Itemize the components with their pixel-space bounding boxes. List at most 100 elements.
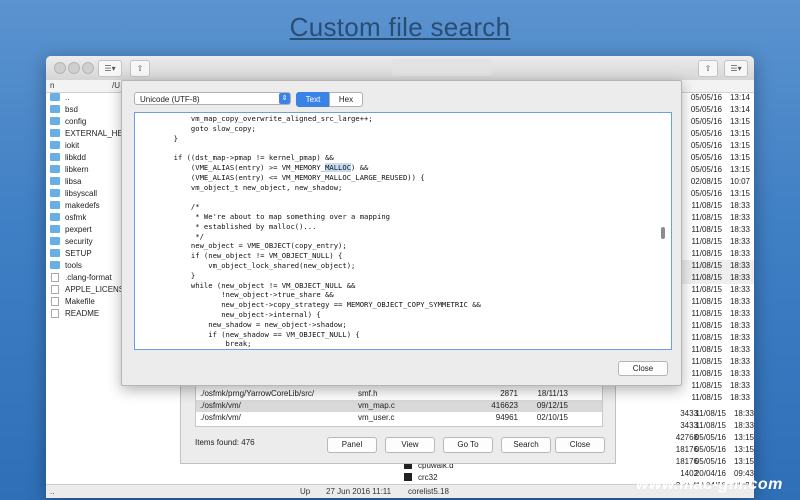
size-list-item[interactable]: 3433 11/08/15 18:33 [626, 408, 754, 420]
column-path-header[interactable]: /U [112, 81, 120, 90]
left-list-item[interactable]: README [46, 308, 126, 320]
search-result-row[interactable]: ./osfmk/vm/vm_map.c 416623 09/12/15 [196, 400, 602, 412]
item-name: security [65, 237, 93, 246]
folder-icon [50, 189, 60, 197]
item-name: config [65, 117, 87, 126]
column-name-header[interactable]: n [50, 81, 54, 90]
size-list-item[interactable]: 42768 05/05/16 13:15 [626, 432, 754, 444]
search-button[interactable]: Search [501, 437, 551, 453]
left-list-item[interactable]: pexpert [46, 224, 126, 236]
right-list-item[interactable]: 11/08/15 18:33 [680, 320, 754, 332]
left-list-item[interactable]: Makefile [46, 296, 126, 308]
item-date: 11/08/15 [695, 421, 726, 430]
share-icon-right[interactable]: ⇧ [698, 60, 718, 77]
right-list-item[interactable]: 11/08/15 18:33 [680, 344, 754, 356]
file-icon [51, 273, 59, 282]
toolbar-path-field [392, 59, 492, 76]
right-list-item[interactable]: 11/08/15 18:33 [680, 260, 754, 272]
right-list-item[interactable]: 11/08/15 18:33 [680, 332, 754, 344]
right-list-item[interactable]: 05/05/16 13:15 [680, 116, 754, 128]
right-list-item[interactable]: 11/08/15 18:33 [680, 224, 754, 236]
right-file-list: 05/05/16 13:14 05/05/16 13:14 05/05/16 13:15 0… [680, 92, 754, 412]
left-list-item[interactable]: bsd [46, 104, 126, 116]
left-list-item[interactable]: APPLE_LICENS [46, 284, 126, 296]
search-result-row[interactable]: ./osfmk/prng/YarrowCoreLib/src/smf.h 2871… [196, 388, 602, 400]
right-list-item[interactable]: 11/08/15 18:33 [680, 356, 754, 368]
item-date: 11/08/15 [691, 333, 722, 342]
left-list-item[interactable]: tools [46, 260, 126, 272]
item-time: 18:33 [733, 421, 754, 430]
left-list-item[interactable]: libkern [46, 164, 126, 176]
folder-icon [50, 129, 60, 137]
right-list-item[interactable]: 05/05/16 13:15 [680, 140, 754, 152]
right-list-item[interactable]: 05/05/16 13:15 [680, 152, 754, 164]
size-list-item[interactable]: 18176 05/05/16 13:15 [626, 444, 754, 456]
file-name: crc32 [418, 473, 438, 482]
left-list-item[interactable]: iokit [46, 140, 126, 152]
right-list-item[interactable]: 11/08/15 18:33 [680, 284, 754, 296]
size-list-item[interactable]: 3433 11/08/15 18:33 [626, 420, 754, 432]
left-list-item[interactable]: osfmk [46, 212, 126, 224]
result-date: 09/12/15 [536, 401, 568, 410]
right-list-item[interactable]: 11/08/15 18:33 [680, 248, 754, 260]
right-list-item[interactable]: 05/05/16 13:15 [680, 128, 754, 140]
folder-icon [50, 117, 60, 125]
right-list-item[interactable]: 11/08/15 18:33 [680, 368, 754, 380]
item-date: 11/08/15 [691, 285, 722, 294]
item-name: makedefs [65, 201, 100, 210]
result-path: ./osfmk/vm/ [200, 401, 241, 410]
close-search-button[interactable]: Close [555, 437, 605, 453]
right-list-item[interactable]: 11/08/15 18:33 [680, 272, 754, 284]
items-found-label: Items found: 476 [195, 438, 255, 447]
left-list-item[interactable]: libsyscall [46, 188, 126, 200]
binary-file-item[interactable]: crc32 [404, 472, 438, 484]
right-list-item[interactable]: 11/08/15 18:33 [680, 200, 754, 212]
left-list-item[interactable]: SETUP [46, 248, 126, 260]
panel-button[interactable]: Panel [327, 437, 377, 453]
right-list-item[interactable]: 05/05/16 13:15 [680, 188, 754, 200]
right-list-item[interactable]: 11/08/15 18:33 [680, 296, 754, 308]
right-list-item[interactable]: 02/08/15 10:07 [680, 176, 754, 188]
left-list-item[interactable]: libkdd [46, 152, 126, 164]
item-name: bsd [65, 105, 78, 114]
left-list-item[interactable]: libsa [46, 176, 126, 188]
hex-mode-tab[interactable]: Hex [329, 92, 363, 107]
code-view[interactable]: vm_map_copy_overwrite_aligned_src_large+… [134, 112, 672, 350]
item-date: 11/08/15 [691, 309, 722, 318]
search-result-row[interactable]: ./osfmk/vm/vm_user.c 94961 02/10/15 [196, 412, 602, 424]
right-list-item[interactable]: 05/05/16 13:14 [680, 92, 754, 104]
result-file: smf.h [358, 389, 378, 398]
view-button[interactable]: View [385, 437, 435, 453]
share-icon[interactable]: ⇧ [130, 60, 150, 77]
zoom-window-button[interactable] [82, 62, 94, 74]
right-list-item[interactable]: 11/08/15 18:33 [680, 308, 754, 320]
left-list-item[interactable]: config [46, 116, 126, 128]
left-list-item[interactable]: security [46, 236, 126, 248]
list-view-menu-icon[interactable]: ☰▾ [98, 60, 122, 77]
size-list-item[interactable]: 18176 05/05/16 13:15 [626, 456, 754, 468]
item-date: 05/05/16 [690, 189, 722, 198]
right-list-item[interactable]: 11/08/15 18:33 [680, 212, 754, 224]
right-list-item[interactable]: 05/05/16 13:15 [680, 164, 754, 176]
left-list-item[interactable]: .. [46, 92, 126, 104]
item-time: 18:33 [729, 309, 750, 318]
left-list-item[interactable]: EXTERNAL_HE [46, 128, 126, 140]
list-view-menu-icon-right[interactable]: ☰▾ [724, 60, 748, 77]
text-mode-tab[interactable]: Text [296, 92, 330, 107]
close-viewer-button[interactable]: Close [618, 361, 668, 376]
go-to-button[interactable]: Go To [443, 437, 493, 453]
item-name: libkdd [65, 153, 86, 162]
item-date: 11/08/15 [691, 249, 722, 258]
close-window-button[interactable] [54, 62, 66, 74]
minimize-window-button[interactable] [68, 62, 80, 74]
left-list-item[interactable]: makedefs [46, 200, 126, 212]
left-list-item[interactable]: .clang-format [46, 272, 126, 284]
right-list-item[interactable]: 05/05/16 13:14 [680, 104, 754, 116]
folder-icon [50, 165, 60, 173]
watermark: www.mac-gm.com [636, 476, 783, 493]
right-list-item[interactable]: 11/08/15 18:33 [680, 236, 754, 248]
item-date: 11/08/15 [695, 409, 726, 418]
vertical-scrollbar[interactable] [661, 227, 665, 239]
item-time: 13:14 [729, 93, 750, 102]
encoding-select[interactable]: Unicode (UTF-8) ⇕ [134, 92, 291, 105]
